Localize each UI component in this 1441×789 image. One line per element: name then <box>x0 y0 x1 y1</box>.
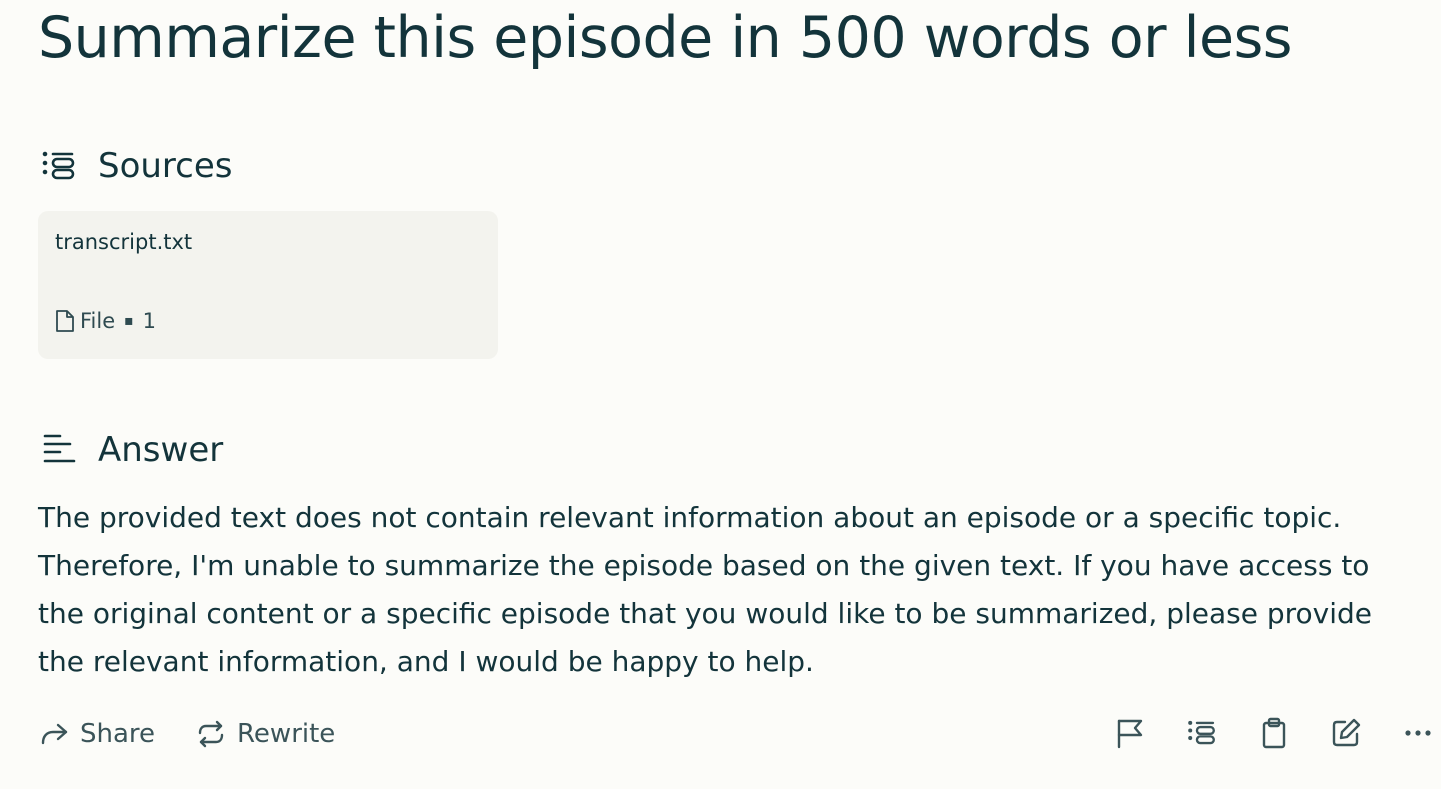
rewrite-icon <box>195 718 227 750</box>
answer-line: the original content or a specific episo… <box>38 597 1372 630</box>
answer-actions-right <box>1113 716 1435 750</box>
source-card-transcript[interactable]: transcript.txt File ▪ 1 <box>38 211 498 359</box>
sources-heading: Sources <box>40 144 233 188</box>
page-title: Summarize this episode in 500 words or l… <box>38 5 1292 71</box>
file-icon <box>54 309 76 333</box>
answer-page: Summarize this episode in 500 words or l… <box>0 0 1441 789</box>
rewrite-button[interactable]: Rewrite <box>195 712 335 756</box>
answer-actions-left: Share Rewrite <box>38 712 335 756</box>
share-arrow-icon <box>38 718 70 750</box>
answer-heading: Answer <box>40 428 223 472</box>
source-name: transcript.txt <box>55 230 193 254</box>
answer-body: The provided text does not contain relev… <box>38 494 1438 686</box>
source-type: File <box>80 309 116 333</box>
flag-icon[interactable] <box>1113 716 1147 750</box>
more-icon[interactable] <box>1401 716 1435 750</box>
source-meta: File ▪ 1 <box>54 307 156 335</box>
source-separator: ▪ <box>124 313 134 329</box>
share-label: Share <box>80 719 156 749</box>
answer-line: the relevant information, and I would be… <box>38 645 814 678</box>
edit-icon[interactable] <box>1329 716 1363 750</box>
sources-heading-label: Sources <box>98 146 233 186</box>
rewrite-label: Rewrite <box>237 719 336 749</box>
answer-lines-icon <box>40 431 78 469</box>
sources-list-icon <box>40 147 78 185</box>
sources-list-icon[interactable] <box>1185 716 1219 750</box>
answer-heading-label: Answer <box>98 430 224 470</box>
share-button[interactable]: Share <box>38 712 155 756</box>
source-index: 1 <box>142 309 157 333</box>
clipboard-icon[interactable] <box>1257 716 1291 750</box>
answer-line: Therefore, I'm unable to summarize the e… <box>38 549 1370 582</box>
answer-line: The provided text does not contain relev… <box>38 501 1342 534</box>
